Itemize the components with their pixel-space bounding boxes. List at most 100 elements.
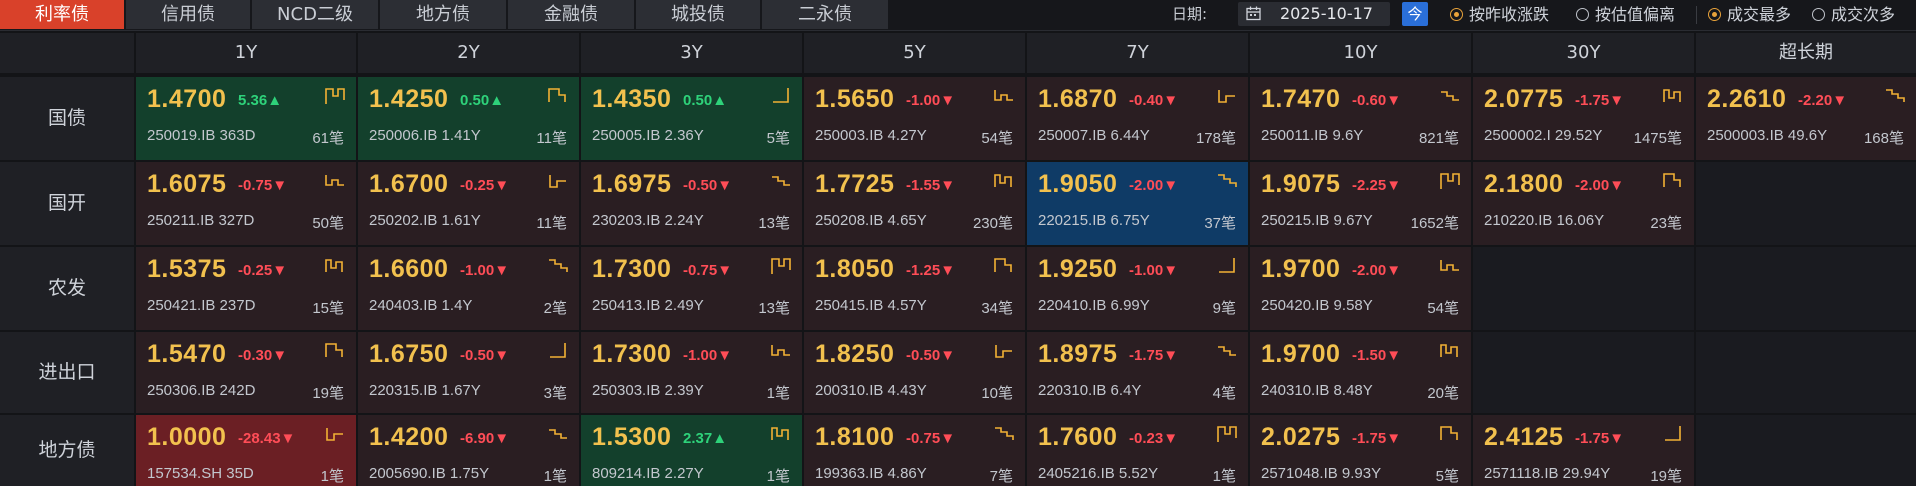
bond-code-tenor: 220215.IB 6.75Y — [1038, 212, 1150, 229]
quote-cell[interactable]: 1.9250 -1.00▼ 220410.IB 6.99Y 9笔 — [1027, 247, 1248, 330]
sort-by-prev-close-option[interactable]: 按昨收涨跌 — [1450, 0, 1549, 29]
quote-cell[interactable]: 1.5470 -0.30▼ 250306.IB 242D 19笔 — [136, 332, 356, 413]
quote-cell[interactable]: 1.4200 -6.90▼ 2005690.IB 1.75Y 1笔 — [358, 415, 579, 486]
column-header[interactable]: 2Y — [358, 33, 579, 73]
quote-cell[interactable]: 1.7600 -0.23▼ 2405216.IB 5.52Y 1笔 — [1027, 415, 1248, 486]
quote-cell[interactable]: 1.6750 -0.50▼ 220315.IB 1.67Y 3笔 — [358, 332, 579, 413]
column-header[interactable]: 1Y — [136, 33, 356, 73]
trend-sparkline-icon — [1440, 344, 1458, 357]
sort-by-valuation-deviation-option[interactable]: 按估值偏离 — [1576, 0, 1675, 29]
quote-cell[interactable]: 2.0275 -1.75▼ 2571048.IB 9.93Y 5笔 — [1250, 415, 1471, 486]
quote-cell[interactable]: 1.7725 -1.55▼ 250208.IB 4.65Y 230笔 — [804, 162, 1025, 245]
quote-cell[interactable]: 1.7300 -0.75▼ 250413.IB 2.49Y 13笔 — [581, 247, 802, 330]
quote-cell[interactable]: 1.8250 -0.50▼ 200310.IB 4.43Y 10笔 — [804, 332, 1025, 413]
tab-3[interactable]: NCD二级 — [252, 0, 378, 29]
bond-code-tenor: 2500003.IB 49.6Y — [1707, 127, 1828, 144]
quote-cell[interactable]: 2.0775 -1.75▼ 2500002.I 29.52Y 1475笔 — [1473, 77, 1694, 160]
quote-cell[interactable]: 1.6700 -0.25▼ 250202.IB 1.61Y 11笔 — [358, 162, 579, 245]
quote-cell[interactable]: 1.8100 -0.75▼ 199363.IB 4.86Y 7笔 — [804, 415, 1025, 486]
row-header[interactable]: 进出口 — [0, 332, 134, 413]
column-header[interactable]: 5Y — [804, 33, 1025, 73]
quote-cell[interactable]: 2.2610 -2.20▼ 2500003.IB 49.6Y 168笔 — [1696, 77, 1916, 160]
today-button[interactable]: 今 — [1402, 2, 1428, 26]
yield-value: 1.9050 — [1038, 170, 1118, 198]
quote-cell[interactable]: 2.4125 -1.75▼ 2571118.IB 29.94Y 19笔 — [1473, 415, 1694, 486]
quote-cell[interactable]: 1.8975 -1.75▼ 220310.IB 6.4Y 4笔 — [1027, 332, 1248, 413]
row-header[interactable]: 国债 — [0, 77, 134, 160]
tab-5[interactable]: 金融债 — [508, 0, 634, 29]
empty-cell — [1473, 332, 1694, 413]
quote-cell[interactable]: 1.7470 -0.60▼ 250011.IB 9.6Y 821笔 — [1250, 77, 1471, 160]
quote-cell[interactable]: 1.4700 5.36▲ 250019.IB 363D 61笔 — [136, 77, 356, 160]
quote-cell[interactable]: 1.8050 -1.25▼ 250415.IB 4.57Y 34笔 — [804, 247, 1025, 330]
yield-value: 1.7300 — [592, 255, 672, 283]
quote-cell[interactable]: 1.6870 -0.40▼ 250007.IB 6.44Y 178笔 — [1027, 77, 1248, 160]
quote-cell[interactable]: 1.5650 -1.00▼ 250003.IB 4.27Y 54笔 — [804, 77, 1025, 160]
empty-cell — [1696, 332, 1916, 413]
row-header[interactable]: 地方债 — [0, 415, 134, 486]
radio-unselected-icon[interactable] — [1812, 8, 1825, 21]
column-header[interactable]: 3Y — [581, 33, 802, 73]
trend-sparkline-icon — [550, 343, 566, 358]
trade-count: 1652笔 — [1410, 215, 1459, 232]
change-bp: -1.75▼ — [1129, 347, 1179, 364]
tab-4[interactable]: 地方债 — [380, 0, 506, 29]
quote-cell[interactable]: 1.9050 -2.00▼ 220215.IB 6.75Y 37笔 — [1027, 162, 1248, 245]
tab-7[interactable]: 二永债 — [762, 0, 888, 29]
yield-value: 1.7470 — [1261, 85, 1341, 113]
column-header[interactable]: 7Y — [1027, 33, 1248, 73]
date-picker[interactable]: 2025-10-17 — [1238, 2, 1390, 26]
bond-code-tenor: 250413.IB 2.49Y — [592, 297, 704, 314]
radio-unselected-icon[interactable] — [1576, 8, 1589, 21]
quote-cell[interactable]: 1.5375 -0.25▼ 250421.IB 237D 15笔 — [136, 247, 356, 330]
yield-value: 2.1800 — [1484, 170, 1564, 198]
quote-cell[interactable]: 1.6075 -0.75▼ 250211.IB 327D 50笔 — [136, 162, 356, 245]
column-header[interactable]: 10Y — [1250, 33, 1471, 73]
quote-cell[interactable]: 1.7300 -1.00▼ 250303.IB 2.39Y 1笔 — [581, 332, 802, 413]
yield-value: 1.8250 — [815, 340, 895, 368]
quote-cell[interactable]: 1.9700 -2.00▼ 250420.IB 9.58Y 54笔 — [1250, 247, 1471, 330]
tab-2[interactable]: 信用债 — [126, 0, 250, 29]
yield-value: 1.6075 — [147, 170, 227, 198]
quote-cell[interactable]: 1.9075 -2.25▼ 250215.IB 9.67Y 1652笔 — [1250, 162, 1471, 245]
trend-sparkline-icon — [994, 90, 1013, 101]
trade-count: 50笔 — [312, 215, 344, 232]
most-traded-option[interactable]: 成交最多 — [1708, 0, 1791, 29]
trade-count: 23笔 — [1650, 215, 1682, 232]
trade-count: 1475笔 — [1633, 130, 1682, 147]
quote-cell[interactable]: 1.4250 0.50▲ 250006.IB 1.41Y 11笔 — [358, 77, 579, 160]
row-header[interactable]: 农发 — [0, 247, 134, 330]
quote-cell[interactable]: 1.6975 -0.50▼ 230203.IB 2.24Y 13笔 — [581, 162, 802, 245]
second-most-traded-option[interactable]: 成交次多 — [1812, 0, 1895, 29]
bond-code-tenor: 230203.IB 2.24Y — [592, 212, 704, 229]
quote-cell[interactable]: 1.5300 2.37▲ 809214.IB 2.27Y 1笔 — [581, 415, 802, 486]
yield-value: 1.4250 — [369, 85, 449, 113]
tab-1[interactable]: 利率债 — [0, 0, 124, 29]
row-header[interactable]: 国开 — [0, 162, 134, 245]
bond-code-tenor: 220315.IB 1.67Y — [369, 382, 481, 399]
trade-count: 15笔 — [312, 300, 344, 317]
yield-value: 1.5470 — [147, 340, 227, 368]
quote-cell[interactable]: 1.6600 -1.00▼ 240403.IB 1.4Y 2笔 — [358, 247, 579, 330]
tab-6[interactable]: 城投债 — [636, 0, 760, 29]
radio-selected-icon[interactable] — [1708, 8, 1721, 21]
divider — [1696, 6, 1697, 24]
trend-sparkline-icon — [773, 88, 789, 103]
yield-value: 1.5375 — [147, 255, 227, 283]
quote-cell[interactable]: 2.1800 -2.00▼ 210220.IB 16.06Y 23笔 — [1473, 162, 1694, 245]
radio-selected-icon[interactable] — [1450, 8, 1463, 21]
column-header[interactable]: 30Y — [1473, 33, 1694, 73]
change-bp: -6.90▼ — [460, 430, 510, 447]
bond-code-tenor: 240310.IB 8.48Y — [1261, 382, 1373, 399]
quote-cell[interactable]: 1.4350 0.50▲ 250005.IB 2.36Y 5笔 — [581, 77, 802, 160]
trend-sparkline-icon — [1218, 90, 1235, 103]
column-header[interactable]: 超长期 — [1696, 33, 1916, 73]
calendar-icon[interactable] — [1246, 6, 1261, 21]
bond-code-tenor: 240403.IB 1.4Y — [369, 297, 473, 314]
quote-cell[interactable]: 1.0000 -28.43▼ 157534.SH 35D 1笔 — [136, 415, 356, 486]
date-value[interactable]: 2025-10-17 — [1280, 2, 1373, 26]
trade-count: 1笔 — [766, 468, 790, 485]
bond-code-tenor: 210220.IB 16.06Y — [1484, 212, 1605, 229]
quote-cell[interactable]: 1.9700 -1.50▼ 240310.IB 8.48Y 20笔 — [1250, 332, 1471, 413]
empty-cell — [1696, 247, 1916, 330]
